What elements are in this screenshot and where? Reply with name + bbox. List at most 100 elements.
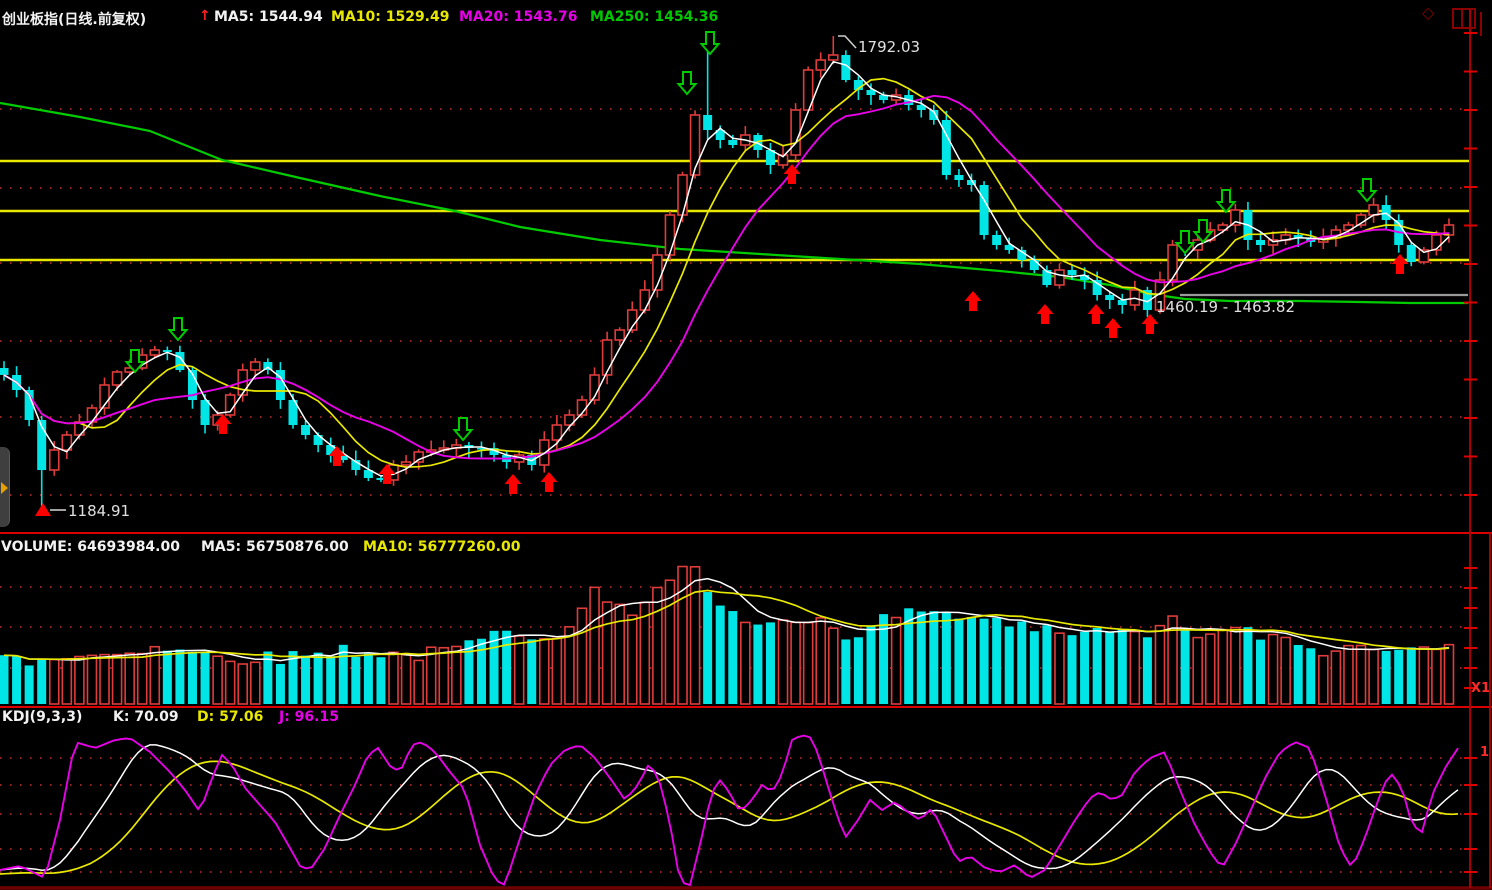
volume-bar-down[interactable]: [527, 639, 536, 704]
volume-bar-up[interactable]: [1357, 646, 1366, 704]
candle-body-up[interactable]: [791, 110, 800, 155]
expand-triangle-icon[interactable]: [1, 482, 8, 494]
volume-bar-up[interactable]: [577, 608, 586, 704]
volume-bar-up[interactable]: [741, 622, 750, 704]
volume-bar-up[interactable]: [427, 647, 436, 704]
volume-bar-down[interactable]: [1394, 650, 1403, 704]
pane-label-x1[interactable]: X1: [1471, 681, 1490, 696]
volume-bar-up[interactable]: [1319, 656, 1328, 704]
volume-bar-up[interactable]: [402, 655, 411, 704]
candle-body-down[interactable]: [1030, 260, 1039, 270]
volume-bar-up[interactable]: [791, 622, 800, 704]
volume-bar-down[interactable]: [854, 637, 863, 704]
volume-bar-up[interactable]: [1432, 649, 1441, 704]
candle-body-up[interactable]: [113, 372, 122, 385]
candle-body-up[interactable]: [402, 462, 411, 465]
volume-bar-up[interactable]: [1444, 645, 1453, 704]
volume-bar-down[interactable]: [728, 611, 737, 704]
volume-bar-down[interactable]: [1105, 632, 1114, 704]
candle-body-up[interactable]: [1168, 245, 1177, 280]
volume-bar-up[interactable]: [829, 628, 838, 704]
volume-bar-down[interactable]: [1042, 625, 1051, 704]
volume-bar-down[interactable]: [1306, 648, 1315, 704]
candle-body-down[interactable]: [992, 235, 1001, 245]
candle-body-down[interactable]: [1093, 280, 1102, 295]
volume-bar-up[interactable]: [1369, 649, 1378, 704]
volume-bar-up[interactable]: [628, 615, 637, 704]
candle-body-down[interactable]: [314, 435, 323, 445]
volume-bar-up[interactable]: [62, 659, 71, 704]
volume-bar-up[interactable]: [1193, 638, 1202, 704]
volume-bar-up[interactable]: [603, 602, 612, 704]
volume-bar-down[interactable]: [201, 652, 210, 704]
volume-bar-up[interactable]: [779, 620, 788, 704]
volume-bar-up[interactable]: [1155, 626, 1164, 704]
volume-bar-down[interactable]: [1243, 627, 1252, 704]
volume-bar-up[interactable]: [691, 567, 700, 704]
candle-body-up[interactable]: [816, 60, 825, 70]
volume-bar-up[interactable]: [1231, 628, 1240, 704]
volume-bar-up[interactable]: [100, 655, 109, 704]
volume-bar-up[interactable]: [75, 657, 84, 704]
volume-bar-down[interactable]: [1181, 630, 1190, 704]
volume-bar-up[interactable]: [1344, 646, 1353, 704]
candle-body-up[interactable]: [1055, 270, 1064, 285]
volume-bar-up[interactable]: [1269, 635, 1278, 704]
candle-body-up[interactable]: [1432, 235, 1441, 250]
volume-bar-up[interactable]: [540, 639, 549, 704]
volume-bar-down[interactable]: [1005, 626, 1014, 704]
volume-bar-up[interactable]: [653, 588, 662, 704]
candle-body-down[interactable]: [201, 400, 210, 425]
candle-body-up[interactable]: [150, 350, 159, 355]
volume-bar-up[interactable]: [414, 660, 423, 704]
volume-bar-down[interactable]: [25, 665, 34, 704]
volume-bar-down[interactable]: [980, 619, 989, 704]
candle-body-up[interactable]: [691, 115, 700, 175]
volume-bar-down[interactable]: [716, 606, 725, 704]
volume-bar-up[interactable]: [251, 662, 260, 704]
volume-bar-down[interactable]: [929, 611, 938, 704]
candle-body-up[interactable]: [640, 290, 649, 310]
volume-bar-down[interactable]: [1143, 637, 1152, 704]
volume-bar-down[interactable]: [954, 619, 963, 704]
candle-body-up[interactable]: [615, 330, 624, 340]
volume-bar-up[interactable]: [50, 660, 59, 704]
volume-bar-up[interactable]: [892, 618, 901, 704]
split-window-icon[interactable]: [1452, 8, 1476, 29]
candle-body-down[interactable]: [301, 425, 310, 435]
volume-bar-up[interactable]: [615, 604, 624, 704]
volume-bar-down[interactable]: [12, 656, 21, 704]
volume-bar-down[interactable]: [1093, 628, 1102, 704]
candle-body-up[interactable]: [552, 425, 561, 440]
volume-bar-up[interactable]: [1331, 651, 1340, 704]
volume-bar-down[interactable]: [753, 625, 762, 704]
volume-bar-down[interactable]: [1407, 647, 1416, 704]
volume-bar-up[interactable]: [565, 627, 574, 704]
volume-bar-down[interactable]: [37, 659, 46, 704]
volume-bar-down[interactable]: [351, 657, 360, 704]
volume-bar-up[interactable]: [238, 664, 247, 704]
volume-bar-up[interactable]: [439, 648, 448, 704]
candle-body-up[interactable]: [829, 55, 838, 60]
volume-bar-down[interactable]: [276, 664, 285, 704]
diamond-icon[interactable]: ◇: [1422, 3, 1434, 22]
candle-body-down[interactable]: [0, 368, 9, 375]
volume-bar-down[interactable]: [1118, 629, 1127, 704]
volume-bar-down[interactable]: [326, 656, 335, 704]
volume-bar-down[interactable]: [163, 651, 172, 704]
volume-bar-up[interactable]: [1419, 647, 1428, 704]
candle-body-down[interactable]: [954, 175, 963, 180]
volume-bar-down[interactable]: [866, 626, 875, 704]
kdj-indicator-name[interactable]: KDJ(9,3,3): [2, 709, 82, 725]
instrument-title[interactable]: 创业板指(日线.前复权): [2, 9, 146, 29]
volume-bar-down[interactable]: [188, 652, 197, 704]
volume-bar-up[interactable]: [213, 656, 222, 704]
volume-bar-down[interactable]: [1382, 651, 1391, 704]
volume-bar-up[interactable]: [226, 661, 235, 704]
volume-bar-up[interactable]: [1281, 637, 1290, 704]
candle-body-down[interactable]: [1407, 245, 1416, 262]
candle-body-down[interactable]: [1105, 295, 1114, 300]
volume-bar-up[interactable]: [1055, 633, 1064, 704]
volume-bar-up[interactable]: [1206, 634, 1215, 704]
volume-bar-up[interactable]: [125, 653, 134, 704]
